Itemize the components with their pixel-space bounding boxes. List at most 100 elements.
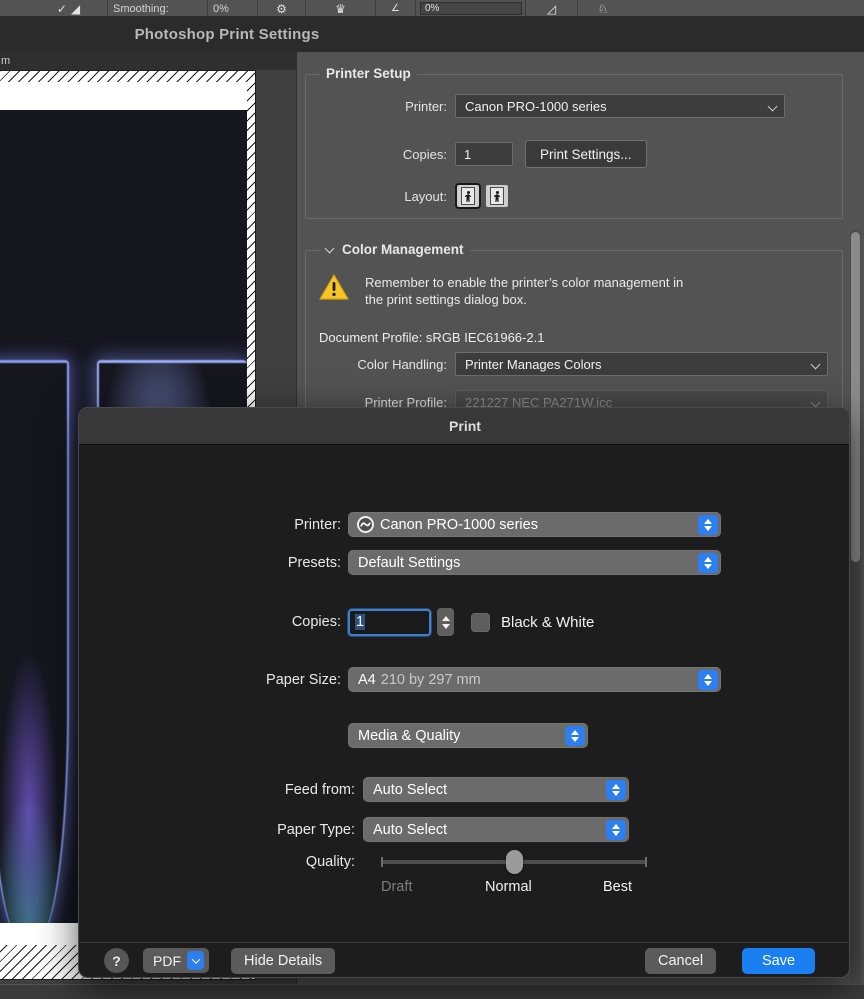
sheet-paper-size-row: Paper Size: A4 210 by 297 mm	[79, 667, 721, 692]
screen: ✓ ◢ Smoothing: 0% ⚙ ♛ ∠ 0% ◿ ♘ Photoshop…	[0, 0, 864, 999]
print-dialog-title: Print	[449, 418, 481, 434]
copies-input-value: 1	[464, 146, 472, 162]
sheet-quality-row: Quality:	[79, 850, 647, 874]
hide-details-button[interactable]: Hide Details	[231, 948, 336, 974]
pdf-button[interactable]: PDF	[143, 948, 209, 973]
chevron-down-icon	[810, 359, 821, 370]
print-settings-button-label: Print Settings...	[540, 146, 632, 162]
stepper-icon[interactable]	[698, 669, 718, 690]
sheet-printer-label: Printer:	[294, 516, 341, 533]
stepper-icon[interactable]	[606, 819, 626, 840]
help-button-label: ?	[112, 952, 121, 969]
sheet-copies-label: Copies:	[291, 614, 341, 630]
chevron-down-icon	[810, 397, 821, 408]
black-white-label: Black & White	[501, 613, 595, 631]
save-button[interactable]: Save	[742, 948, 816, 974]
airbrush-toggle-cell[interactable]: ♘	[578, 0, 628, 16]
quality-slider-thumb[interactable]	[505, 850, 523, 874]
copies-stepper-icon[interactable]	[437, 608, 454, 636]
brush-tool-cell[interactable]: ✓ ◢	[30, 0, 108, 16]
sheet-feed-from-popup[interactable]: Auto Select	[363, 777, 629, 802]
printer-setup-title-text: Printer Setup	[326, 66, 411, 81]
black-white-checkbox[interactable]	[471, 612, 490, 632]
sheet-printer-row: Printer: Canon PRO-1000 series	[79, 512, 721, 537]
sheet-feed-from-label: Feed from:	[284, 781, 355, 798]
smoothing-options-icon: ⚙	[276, 1, 287, 16]
sheet-paper-size-popup[interactable]: A4 210 by 297 mm	[348, 667, 721, 692]
layout-row: Layout:	[319, 183, 508, 209]
printer-row: Printer: Canon PRO-1000 series	[319, 94, 839, 118]
quality-tick-best: Best	[603, 879, 633, 895]
layout-label: Layout:	[404, 188, 447, 204]
printer-label: Printer:	[405, 98, 447, 114]
sheet-presets-value: Default Settings	[358, 554, 461, 571]
smoothing-label: Smoothing:	[113, 2, 169, 15]
quality-slider[interactable]	[381, 850, 647, 874]
help-button[interactable]: ?	[104, 948, 129, 973]
sheet-quality-label: Quality:	[305, 854, 355, 870]
copies-label: Copies:	[402, 146, 447, 162]
stepper-icon[interactable]	[565, 725, 585, 746]
quality-tick-normal: Normal	[485, 879, 532, 895]
sheet-presets-popup[interactable]: Default Settings	[348, 550, 721, 575]
symmetry-cell[interactable]: ♛	[306, 0, 376, 16]
printer-select[interactable]: Canon PRO-1000 series	[455, 94, 785, 118]
print-settings-button[interactable]: Print Settings...	[525, 140, 647, 168]
color-handling-value: Printer Manages Colors	[465, 356, 602, 372]
stepper-icon[interactable]	[698, 552, 718, 573]
angle-icon: ∠	[391, 3, 400, 14]
smoothing-value-cell[interactable]: 0%	[208, 0, 258, 16]
sheet-copies-value: 1	[355, 614, 366, 630]
pressure-cell[interactable]: ◿	[526, 0, 578, 16]
photoshop-options-toolbar: ✓ ◢ Smoothing: 0% ⚙ ♛ ∠ 0% ◿ ♘	[0, 0, 864, 17]
page-title: Photoshop Print Settings	[134, 26, 320, 43]
sheet-copies-input[interactable]: 1	[348, 608, 431, 636]
smoothing-cell[interactable]: Smoothing:	[108, 0, 208, 16]
chevron-down-icon[interactable]	[326, 244, 335, 253]
print-dialog-titlebar: Print	[79, 408, 849, 445]
sheet-feed-from-row: Feed from: Auto Select	[79, 777, 629, 802]
layout-portrait-icon[interactable]	[455, 183, 481, 209]
smoothing-options-cell[interactable]: ⚙	[258, 0, 306, 16]
preview-top-white-band	[0, 82, 247, 110]
airbrush-icon: ◢	[70, 1, 81, 16]
preview-unit-label: m	[1, 55, 11, 67]
sheet-paper-type-popup[interactable]: Auto Select	[363, 817, 629, 842]
brush-icon: ✓	[56, 1, 67, 16]
color-handling-label: Color Handling:	[357, 356, 447, 372]
color-management-warning-text: Remember to enable the printer’s color m…	[365, 275, 684, 307]
sheet-pane-popup[interactable]: Media & Quality	[348, 723, 588, 748]
chevron-down-icon[interactable]	[187, 951, 204, 970]
color-handling-row: Color Handling: Printer Manages Colors	[319, 352, 828, 376]
color-management-title[interactable]: Color Management	[320, 242, 470, 257]
sheet-paper-size-label: Paper Size:	[266, 671, 341, 688]
sheet-paper-type-value: Auto Select	[373, 821, 448, 838]
sheet-pane-row: Media & Quality	[348, 723, 588, 748]
sheet-paper-size-value: A4	[358, 671, 376, 688]
layout-landscape-icon[interactable]	[486, 185, 508, 207]
angle-cell[interactable]: ∠	[376, 0, 416, 16]
printer-select-value: Canon PRO-1000 series	[465, 98, 607, 114]
stepper-icon[interactable]	[698, 514, 718, 535]
sheet-pane-value: Media & Quality	[358, 727, 461, 744]
settings-scrollbar[interactable]	[850, 230, 861, 990]
color-handling-select[interactable]: Printer Manages Colors	[455, 352, 828, 376]
warning-triangle-icon	[319, 274, 349, 300]
settings-scrollbar-thumb[interactable]	[851, 232, 860, 562]
sheet-paper-type-row: Paper Type: Auto Select	[79, 817, 629, 842]
pdf-button-label: PDF	[153, 952, 181, 969]
cancel-button[interactable]: Cancel	[645, 948, 717, 974]
print-dialog-footer: ? PDF Hide Details Cancel Save	[79, 942, 849, 977]
copies-input[interactable]: 1	[455, 142, 513, 166]
sheet-presets-row: Presets: Default Settings	[79, 550, 721, 575]
artwork-shape-left	[0, 360, 69, 923]
opacity-cell[interactable]: 0%	[416, 0, 526, 16]
quality-tick-labels: Draft Normal Best	[381, 879, 661, 899]
quality-tick-draft: Draft	[381, 879, 413, 895]
airbrush-icon-2: ♘	[597, 1, 609, 16]
sheet-printer-popup[interactable]: Canon PRO-1000 series	[348, 512, 721, 537]
sheet-feed-from-value: Auto Select	[373, 781, 448, 798]
stepper-icon[interactable]	[606, 779, 626, 800]
smoothing-value: 0%	[213, 2, 229, 15]
sheet-presets-label: Presets:	[287, 554, 341, 571]
